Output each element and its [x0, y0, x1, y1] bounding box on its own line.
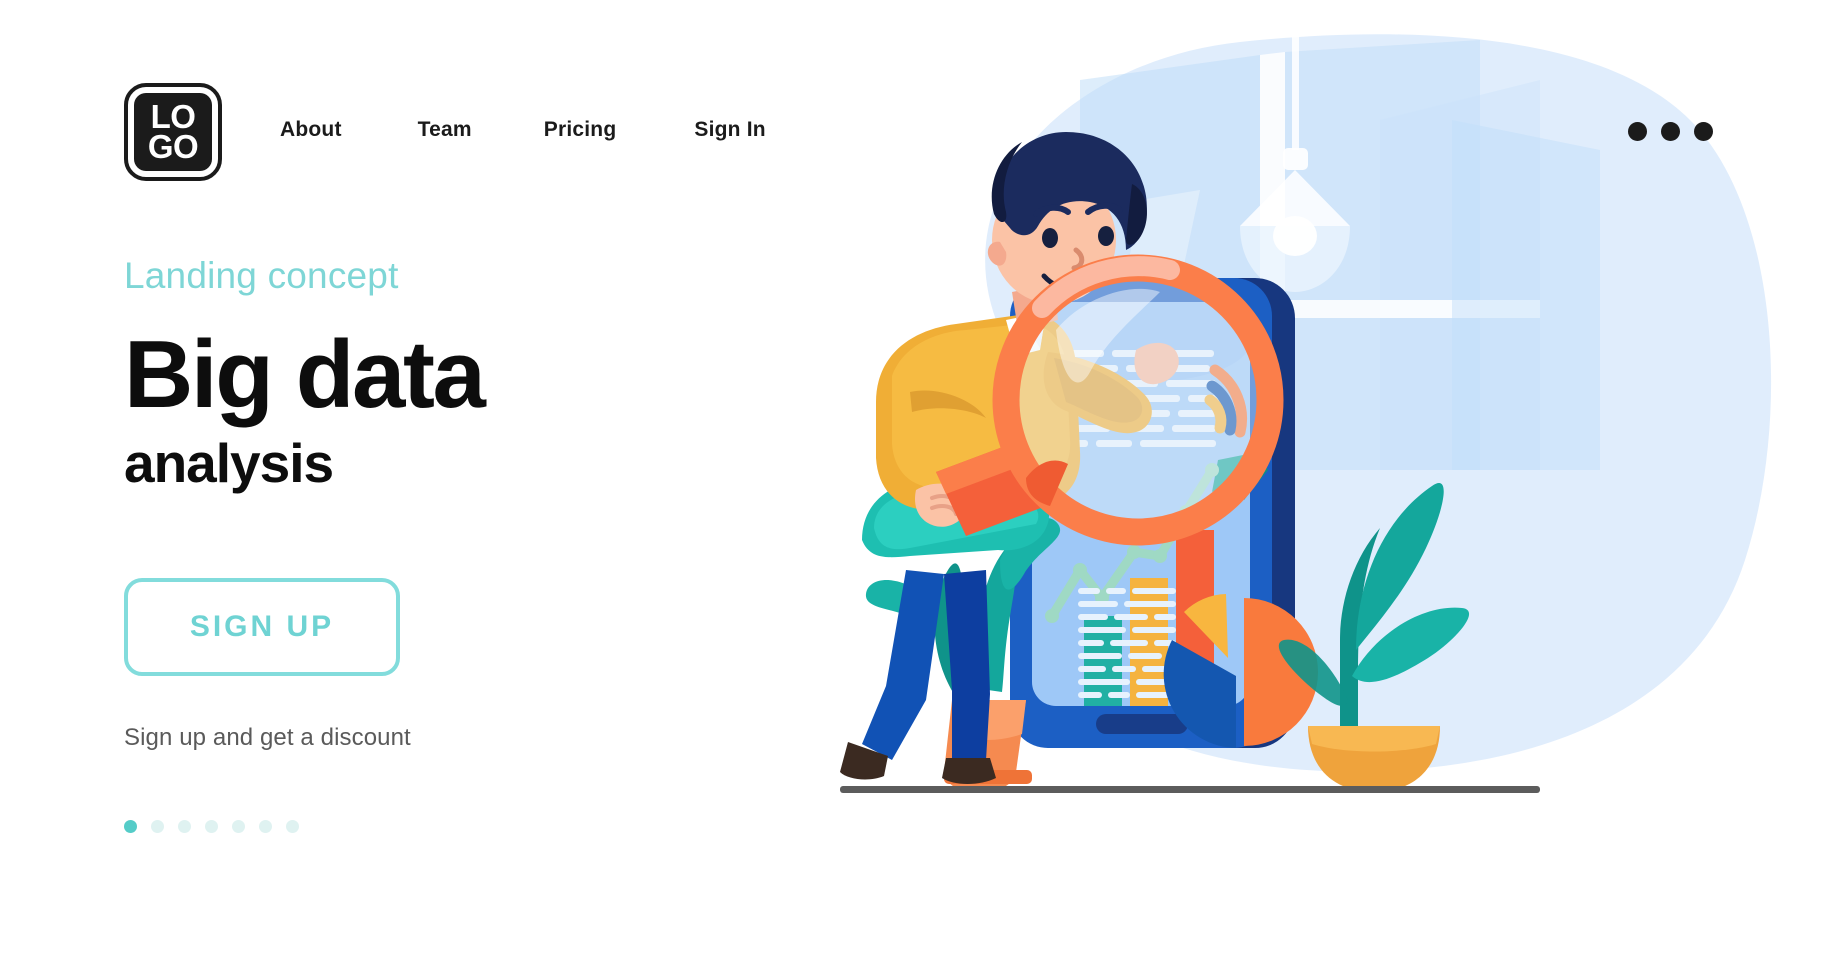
pagination-dot-2[interactable] — [151, 819, 164, 833]
menu-dot-2 — [1661, 122, 1680, 141]
pagination-dot-4[interactable] — [205, 819, 218, 833]
nav-item-team[interactable]: Team — [418, 118, 472, 142]
main-navigation: About Team Pricing Sign In — [280, 118, 766, 142]
discount-note: Sign up and get a discount — [124, 723, 411, 751]
nav-item-pricing[interactable]: Pricing — [544, 118, 617, 142]
page-subtitle: analysis — [124, 432, 334, 494]
logo-line-2: GO — [147, 128, 199, 165]
menu-dot-3 — [1694, 122, 1713, 141]
pagination-dot-6[interactable] — [259, 819, 272, 833]
screen-text-lines-bottom — [1078, 588, 1176, 698]
more-options-icon[interactable] — [1628, 122, 1713, 141]
page-title: Big data — [124, 321, 486, 428]
logo-inner: LO GO — [134, 93, 212, 171]
sign-up-button[interactable]: SIGN UP — [124, 577, 400, 676]
pagination-dot-1[interactable] — [124, 819, 137, 833]
menu-dot-1 — [1628, 122, 1647, 141]
landing-page: LO GO About Team Pricing Sign In Landing… — [0, 0, 1837, 980]
site-header: LO GO About Team Pricing Sign In — [0, 0, 1837, 200]
carousel-pagination — [124, 819, 764, 833]
logo[interactable]: LO GO — [124, 83, 222, 181]
ground-line — [840, 786, 1540, 793]
pagination-dot-7[interactable] — [286, 819, 299, 833]
pagination-dot-3[interactable] — [178, 819, 191, 833]
pagination-dot-5[interactable] — [232, 819, 245, 833]
nav-item-sign-in[interactable]: Sign In — [694, 118, 765, 142]
nav-item-about[interactable]: About — [280, 118, 342, 142]
hero-section: Landing concept Big data analysis SIGN U… — [124, 255, 764, 833]
hero-eyebrow: Landing concept — [124, 255, 399, 296]
